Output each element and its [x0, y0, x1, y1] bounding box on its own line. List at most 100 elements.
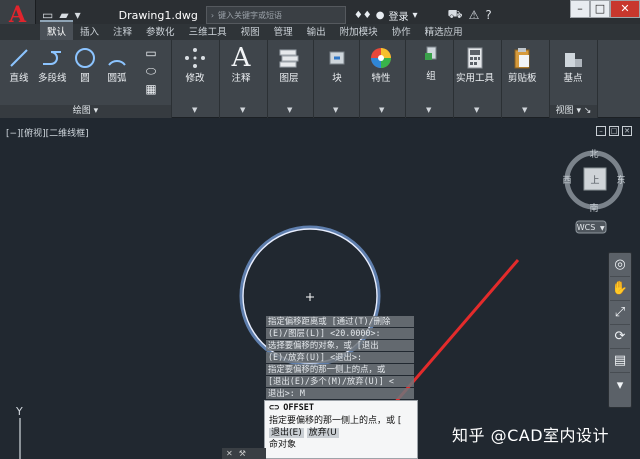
- close-button[interactable]: ✕: [610, 0, 640, 18]
- group-label: 组: [426, 71, 436, 82]
- search-arrow-icon: ›: [210, 10, 215, 20]
- ellipse-tool[interactable]: ⬭: [138, 62, 164, 80]
- block-label: 块: [332, 73, 342, 84]
- modify-tool[interactable]: 修改: [182, 46, 208, 84]
- modify-group: 修改 ▼: [172, 40, 220, 118]
- arc-label: 圆弧: [107, 73, 127, 84]
- tab-default[interactable]: 默认: [40, 20, 74, 40]
- orbit-icon[interactable]: ⟳: [610, 325, 630, 349]
- layers-label: 图层: [279, 73, 299, 84]
- base-label: 基点: [563, 73, 583, 84]
- view-group-label[interactable]: 视图 ▾ ↘: [550, 105, 597, 118]
- chevron-down-icon[interactable]: ▼: [192, 106, 197, 114]
- annotation-tool[interactable]: A 注释: [228, 43, 254, 84]
- properties-tool[interactable]: 特性: [368, 46, 394, 84]
- clipboard-tool[interactable]: 剪贴板: [508, 46, 537, 84]
- rectangle-tool[interactable]: ▭: [138, 44, 164, 62]
- command-prompt-bracket: [: [397, 416, 402, 426]
- layers-tool[interactable]: 图层: [276, 46, 302, 84]
- tab-featured-apps[interactable]: 精选应用: [418, 22, 470, 40]
- line-tool[interactable]: 直线: [6, 46, 32, 84]
- history-line: 指定要偏移的那一侧上的点，或: [266, 364, 414, 375]
- option-undo[interactable]: 放弃(U: [306, 428, 339, 438]
- chevron-down-icon[interactable]: ▼: [240, 106, 245, 114]
- cart-icon[interactable]: ⛟: [448, 7, 463, 23]
- wcs-label: WCS: [577, 223, 596, 232]
- tab-insert[interactable]: 插入: [73, 22, 106, 40]
- tab-collaborate[interactable]: 协作: [385, 22, 418, 40]
- tab-manage[interactable]: 管理: [267, 22, 300, 40]
- chevron-down-icon[interactable]: ▾: [610, 373, 630, 397]
- close-icon[interactable]: ✕: [226, 449, 233, 458]
- ribbon-panel: 直线 多段线 圆 圆弧 ▭ ⬭ ▦ 绘图 ▾ 修改 ▼ A 注释 ▼ 图层 ▼ …: [0, 40, 640, 118]
- steering-wheel-icon[interactable]: ◎: [610, 253, 630, 277]
- viewcube[interactable]: 上 北 南 西 东: [562, 149, 625, 214]
- hatch-tool[interactable]: ▦: [138, 80, 164, 98]
- tab-view[interactable]: 视图: [234, 22, 267, 40]
- annotation-label: 注释: [231, 73, 251, 84]
- pan-hand-icon[interactable]: ✋: [610, 277, 630, 301]
- properties-label: 特性: [371, 73, 391, 84]
- tab-3d-tools[interactable]: 三维工具: [182, 22, 234, 40]
- block-group: 块 ▼: [314, 40, 360, 118]
- block-tool[interactable]: 块: [324, 46, 350, 84]
- command-options: 退出(E) 放弃(U: [265, 427, 417, 439]
- command-input[interactable]: 命对象: [265, 439, 417, 451]
- base-tool[interactable]: 基点: [560, 46, 586, 84]
- modify-label: 修改: [185, 73, 205, 84]
- help-icon[interactable]: ?: [485, 8, 491, 22]
- tab-addins[interactable]: 附加模块: [333, 22, 385, 40]
- line-icon: [6, 46, 32, 70]
- exchange-icon[interactable]: ⚠: [469, 8, 480, 22]
- login-button[interactable]: ♦♦ ● 登录 ▾: [354, 8, 418, 23]
- tab-annotate[interactable]: 注释: [106, 22, 139, 40]
- chevron-down-icon[interactable]: ▼: [426, 106, 431, 114]
- zoom-extents-icon[interactable]: ⤢: [610, 301, 630, 325]
- showmotion-icon[interactable]: ▤: [610, 349, 630, 373]
- wcs-menu[interactable]: WCS ▼: [575, 220, 607, 234]
- maximize-button[interactable]: □: [590, 0, 610, 18]
- circle-label: 圆: [80, 73, 90, 84]
- circle-tool[interactable]: 圆: [72, 46, 98, 84]
- polyline-tool[interactable]: 多段线: [38, 46, 67, 84]
- polyline-label: 多段线: [38, 73, 67, 84]
- command-prompt-text: 指定要偏移的那一侧上的点，或: [269, 416, 396, 426]
- command-icon: ⊂⊃: [269, 403, 280, 413]
- compass-north: 北: [589, 149, 598, 160]
- chevron-down-icon[interactable]: ▼: [379, 106, 384, 114]
- history-line: 指定偏移距离或 [通过(T)/删除: [266, 316, 414, 327]
- block-icon: [324, 46, 350, 70]
- chevron-down-icon[interactable]: ▼: [333, 106, 338, 114]
- history-line: (E)/放弃(U)] <退出>:: [266, 352, 414, 363]
- tab-parametric[interactable]: 参数化: [139, 22, 182, 40]
- draw-group-label[interactable]: 绘图 ▾: [0, 105, 171, 118]
- save-icon[interactable]: ▾: [75, 8, 81, 22]
- annotation-group: A 注释 ▼: [220, 40, 268, 118]
- chevron-down-icon[interactable]: ▼: [522, 106, 527, 114]
- rectangle-icon: ▭: [145, 46, 157, 60]
- properties-group: 特性 ▼: [360, 40, 406, 118]
- group-tool[interactable]: 组: [418, 44, 444, 82]
- tab-output[interactable]: 输出: [300, 22, 333, 40]
- history-line: [退出(E)/多个(M)/放弃(U)] <: [266, 376, 414, 387]
- command-line-window[interactable]: ⊂⊃ OFFSET 指定要偏移的那一侧上的点，或 [ 退出(E) 放弃(U 命对…: [264, 400, 418, 459]
- color-wheel-icon: [368, 46, 394, 70]
- circle-icon: [72, 46, 98, 70]
- command-bar-handle[interactable]: ✕ ⚒: [222, 448, 266, 459]
- chevron-down-icon[interactable]: ▼: [287, 106, 292, 114]
- arc-icon: [104, 46, 130, 70]
- chevron-down-icon[interactable]: ▼: [474, 106, 479, 114]
- option-exit[interactable]: 退出(E): [269, 428, 304, 438]
- layers-icon: [276, 46, 302, 70]
- groups-group: 组 ▼: [406, 40, 454, 118]
- utilities-tool[interactable]: 实用工具: [456, 46, 494, 84]
- window-controls: – □ ✕: [570, 0, 640, 22]
- history-line: 退出>: M: [266, 388, 414, 399]
- navigation-bar: ◎ ✋ ⤢ ⟳ ▤ ▾: [608, 252, 632, 408]
- arc-tool[interactable]: 圆弧: [104, 46, 130, 84]
- minimize-button[interactable]: –: [570, 0, 590, 18]
- wrench-icon[interactable]: ⚒: [239, 449, 246, 458]
- clipboard-label: 剪贴板: [508, 73, 537, 84]
- compass-west: 西: [562, 175, 571, 186]
- document-title: Drawing1.dwg: [118, 8, 198, 22]
